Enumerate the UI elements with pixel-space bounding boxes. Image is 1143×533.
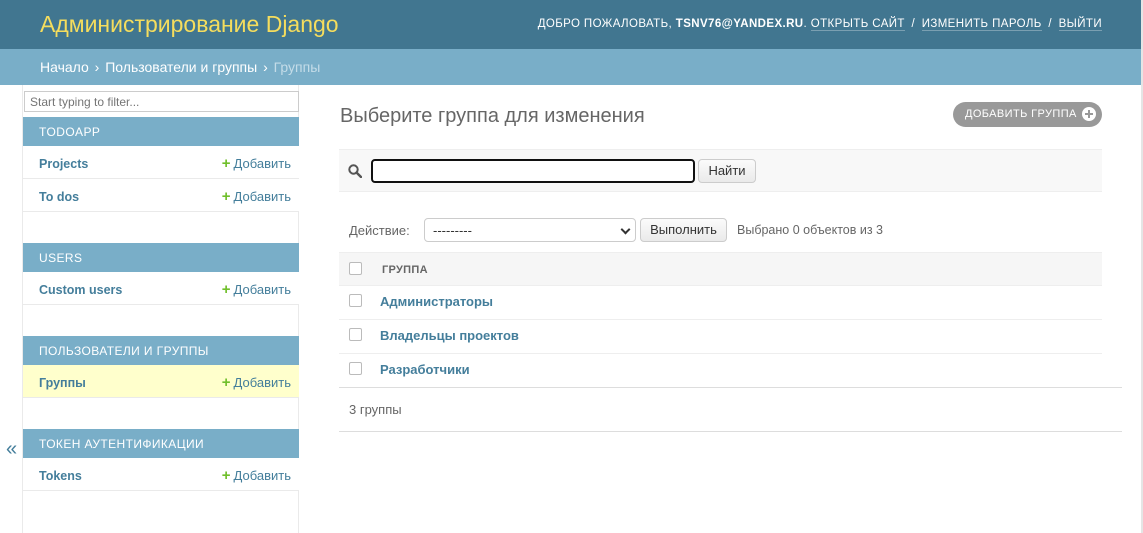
- group-link[interactable]: Администраторы: [380, 294, 493, 309]
- search-input[interactable]: [371, 159, 695, 183]
- search-toolbar: Найти: [339, 149, 1102, 192]
- result-list-table: ГРУППА Администраторы Владельцы проектов…: [339, 252, 1102, 388]
- separator: /: [911, 18, 916, 30]
- search-button[interactable]: Найти: [698, 159, 756, 183]
- column-header-group[interactable]: ГРУППА: [382, 264, 428, 276]
- breadcrumb: Начало › Пользователи и группы › Группы: [0, 49, 1143, 85]
- run-action-button[interactable]: Выполнить: [640, 218, 727, 242]
- add-label: Добавить: [233, 375, 291, 390]
- table-header: ГРУППА: [339, 252, 1102, 286]
- paginator: 3 группы: [339, 388, 1122, 432]
- page-title: Выберите группа для изменения: [340, 105, 645, 127]
- action-counter: Выбрано 0 объектов из 3: [737, 223, 883, 237]
- table-row: Разработчики: [339, 354, 1102, 388]
- module-caption[interactable]: USERS: [23, 243, 299, 272]
- row-checkbox[interactable]: [349, 294, 362, 307]
- view-site-link[interactable]: ОТКРЫТЬ САЙТ: [810, 18, 905, 31]
- chevron-down-icon: [620, 224, 631, 235]
- add-group-button[interactable]: ДОБАВИТЬ ГРУППА: [953, 102, 1102, 127]
- row-checkbox[interactable]: [349, 328, 362, 341]
- add-label: Добавить: [233, 282, 291, 297]
- row-checkbox[interactable]: [349, 362, 362, 375]
- table-row: Владельцы проектов: [339, 320, 1102, 354]
- table-row: Администраторы: [339, 286, 1102, 320]
- module-caption[interactable]: ТОКЕН АУТЕНТИФИКАЦИИ: [23, 429, 299, 458]
- group-link[interactable]: Владельцы проектов: [380, 328, 519, 343]
- result-count: 3 группы: [349, 402, 402, 417]
- username: TSNV76@YANDEX.RU: [675, 18, 804, 30]
- add-link[interactable]: + Добавить: [222, 188, 291, 205]
- breadcrumb-current: Группы: [273, 59, 321, 75]
- period: .: [803, 18, 808, 30]
- breadcrumb-arrow: ›: [94, 59, 100, 75]
- sidebar-item-todos: To dos + Добавить: [23, 179, 299, 212]
- nav-filter-input[interactable]: [24, 91, 299, 112]
- sidebar-item-projects: Projects + Добавить: [23, 146, 299, 179]
- search-icon: [348, 164, 362, 178]
- add-link[interactable]: + Добавить: [222, 281, 291, 298]
- action-select[interactable]: ---------: [424, 218, 636, 242]
- model-link[interactable]: Группы: [39, 376, 86, 390]
- add-group-label: ДОБАВИТЬ ГРУППА: [965, 108, 1077, 120]
- user-tools: ДОБРО ПОЖАЛОВАТЬ, TSNV76@YANDEX.RU. ОТКР…: [537, 18, 1102, 31]
- module-authtoken: ТОКЕН АУТЕНТИФИКАЦИИ Tokens + Добавить: [23, 429, 299, 491]
- plus-icon: +: [221, 281, 231, 298]
- add-link[interactable]: + Добавить: [222, 467, 291, 484]
- actions-bar: Действие: --------- Выполнить Выбрано 0 …: [339, 208, 1102, 252]
- module-caption[interactable]: TODOAPP: [23, 117, 299, 146]
- plus-icon: +: [221, 467, 231, 484]
- add-label: Добавить: [233, 156, 291, 171]
- site-brand[interactable]: Администрирование Django: [40, 11, 339, 38]
- plus-icon: +: [221, 155, 231, 172]
- sidebar-item-groups: Группы + Добавить: [23, 365, 299, 398]
- breadcrumb-arrow: ›: [263, 59, 268, 75]
- module-caption[interactable]: ПОЛЬЗОВАТЕЛИ И ГРУППЫ: [23, 336, 299, 365]
- action-selected-value: ---------: [433, 223, 472, 238]
- breadcrumb-app[interactable]: Пользователи и группы: [105, 59, 257, 75]
- model-link[interactable]: Custom users: [39, 283, 122, 297]
- module-users: USERS Custom users + Добавить: [23, 243, 299, 305]
- action-label: Действие:: [349, 223, 410, 238]
- toggle-sidebar-button[interactable]: «: [6, 438, 17, 461]
- breadcrumb-home[interactable]: Начало: [40, 59, 89, 75]
- plus-icon: +: [221, 188, 231, 205]
- logout-link[interactable]: ВЫЙТИ: [1058, 18, 1102, 31]
- change-password-link[interactable]: ИЗМЕНИТЬ ПАРОЛЬ: [921, 18, 1042, 31]
- add-label: Добавить: [233, 189, 291, 204]
- group-link[interactable]: Разработчики: [380, 362, 470, 377]
- header: Администрирование Django ДОБРО ПОЖАЛОВАТ…: [0, 0, 1143, 49]
- plus-icon: +: [221, 374, 231, 391]
- add-link[interactable]: + Добавить: [222, 155, 291, 172]
- model-link[interactable]: Projects: [39, 157, 88, 171]
- separator: /: [1048, 18, 1052, 30]
- module-auth: ПОЛЬЗОВАТЕЛИ И ГРУППЫ Группы + Добавить: [23, 336, 299, 398]
- nav-sidebar: TODOAPP Projects +Добавить To dos +Добав…: [22, 85, 299, 533]
- plus-icon: [1082, 107, 1096, 121]
- add-label: Добавить: [233, 468, 291, 483]
- welcome-text: ДОБРО ПОЖАЛОВАТЬ,: [537, 18, 673, 30]
- select-all-checkbox[interactable]: [349, 262, 362, 275]
- sidebar-item-tokens: Tokens + Добавить: [23, 458, 299, 491]
- add-link[interactable]: + Добавить: [222, 374, 291, 391]
- model-link[interactable]: Tokens: [39, 469, 82, 483]
- sidebar-item-custom-users: Custom users + Добавить: [23, 272, 299, 305]
- module-todoapp: TODOAPP Projects + Добавить To dos + Добав…: [23, 117, 299, 212]
- model-link[interactable]: To dos: [39, 190, 79, 204]
